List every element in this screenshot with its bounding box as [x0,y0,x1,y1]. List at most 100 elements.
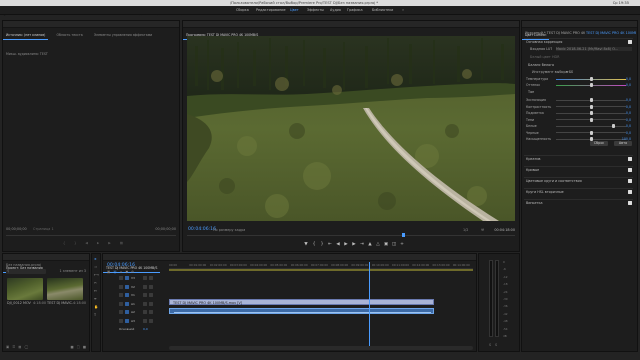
solo-right-button[interactable]: S [495,343,497,347]
track-target-icon[interactable] [125,276,129,280]
basic-correction-section[interactable]: Основная коррекция [524,38,633,45]
track-target-icon[interactable] [125,310,129,314]
source-mark-in-icon[interactable]: { [63,241,65,246]
vignette-checkbox[interactable] [628,201,632,205]
track-target-icon[interactable] [125,301,129,306]
trash-icon[interactable]: ■ [83,345,86,350]
track-target-icon[interactable] [125,318,129,323]
basic-correction-checkbox[interactable] [628,40,632,44]
video-clip-v1[interactable]: TEST DJ MAVIC PRO 4K 100MB/S.mov [V] [169,299,434,305]
clip-thumbnail-2[interactable] [47,278,83,300]
tab-source[interactable]: Источник: (нет клипов) [3,32,49,40]
tone-slider-value[interactable]: 0,0 [626,123,631,129]
program-timecode[interactable]: 00:04:06:16 [188,227,216,232]
program-playhead[interactable] [402,233,405,237]
pen-tool-icon[interactable]: ✒ [94,297,97,301]
source-scrubber[interactable] [6,235,176,236]
project-search-input[interactable]: ⚲ [6,269,46,274]
list-view-icon[interactable]: ☰ [12,345,15,350]
track-lock-icon[interactable] [119,301,123,306]
track-lock-icon[interactable] [119,276,123,280]
track-mute-icon[interactable] [143,310,147,314]
lock-icon[interactable]: ▣ [6,345,9,350]
workspace-tab-graphics[interactable]: Графика [347,8,363,13]
track-name[interactable]: A2 [131,309,135,315]
workspace-tab-assembly[interactable]: Сборка [236,8,249,13]
track-solo-icon[interactable] [149,310,153,314]
tone-slider-value[interactable]: 0,0 [626,117,631,123]
lift-icon[interactable]: ▲ [367,242,373,248]
track-name[interactable]: A3 [131,318,135,324]
compare-view-icon[interactable]: ◫ [391,242,397,248]
workspace-tab-editing[interactable]: Редактирование [256,8,286,13]
track-eye-icon[interactable] [143,276,147,280]
solo-left-button[interactable]: S [489,343,491,347]
ripple-edit-tool-icon[interactable]: ⟷ [94,273,99,277]
track-mute-icon[interactable] [143,318,147,323]
export-frame-icon[interactable]: ▣ [383,242,389,248]
curves-section[interactable]: Кривые [524,166,633,173]
slip-tool-icon[interactable]: ↔ [94,289,97,293]
marker-icon[interactable]: ▼ [303,242,309,248]
temperature-knob[interactable] [590,77,593,81]
track-lock-icon[interactable] [119,318,123,323]
lumetri-source-label[interactable]: Исходный * TEST DJ MAVIC PRO 4K 100MB/S [525,31,585,35]
track-name[interactable]: A1 [131,301,135,307]
creative-section[interactable]: Креатив [524,155,633,162]
step-back-icon[interactable]: ◀ [335,242,341,248]
tone-slider-knob[interactable] [590,130,593,135]
clip-name-1[interactable]: DJI_0012 MOV [7,301,33,305]
track-eye-icon[interactable] [143,284,147,289]
master-volume-value[interactable]: 0,0 [143,326,148,332]
tone-slider-value[interactable]: 0,0 [626,97,631,103]
play-icon[interactable]: ▶ [343,242,349,248]
workspace-tab-color[interactable]: Цвет [290,8,299,13]
track-sync-icon[interactable] [149,276,153,280]
program-fit-select[interactable]: По размеру кадра [213,228,245,232]
track-solo-icon[interactable] [149,301,153,306]
lut-select[interactable]: Mavic 2018-06-21 (Mr/Mavi 8x8) O... [556,47,632,51]
tone-slider-value[interactable]: 0,0 [626,104,631,110]
clip-name-2[interactable]: TEST DJ MAVIC... [47,301,73,305]
vignette-section[interactable]: Виньетка [524,199,633,206]
track-name[interactable]: V1 [131,292,135,298]
track-lock-icon[interactable] [119,310,123,314]
work-area-bar[interactable] [169,269,473,271]
auto-button[interactable]: Авто [614,141,632,146]
color-wheels-checkbox[interactable] [628,179,632,183]
tab-effect-controls[interactable]: Элементы управления эффектами [91,32,155,39]
timeline-zoom-scrollbar[interactable] [169,346,473,350]
timeline-timecode[interactable]: 00:04:06:16 [107,263,135,268]
extract-icon[interactable]: △ [375,242,381,248]
zoom-slider-icon[interactable]: ◯ [24,345,28,350]
tone-slider-value[interactable]: 0,0 [626,110,631,116]
source-step-forward-icon[interactable]: ▶ [108,241,111,246]
program-quality-select[interactable]: 1/2 [463,228,468,232]
wrench-icon[interactable]: ⚒ [481,228,484,232]
hsl-secondary-section[interactable]: Круги HSL вторичные [524,188,633,195]
source-step-back-icon[interactable]: ◀ [85,241,88,246]
razor-tool-icon[interactable]: ✂ [94,281,97,285]
reset-button[interactable]: Сброс [590,141,608,146]
track-lock-icon[interactable] [119,293,123,297]
tone-slider-knob[interactable] [590,117,593,122]
tab-text[interactable]: Область текста [53,32,85,39]
track-lock-icon[interactable] [119,284,123,289]
tone-slider-knob[interactable] [590,104,593,109]
workspace-tab-libraries[interactable]: Библиотеки [372,8,393,13]
program-video-frame[interactable] [187,36,515,221]
audio-clip-a1[interactable] [169,308,434,314]
selection-tool-icon[interactable]: ➤ [94,257,97,261]
tone-slider-knob[interactable] [590,111,593,115]
source-play-icon[interactable]: ▶ [97,241,100,246]
creative-checkbox[interactable] [628,157,632,161]
timeline-playhead[interactable] [369,262,371,350]
source-insert-icon[interactable]: ▦ [120,241,123,246]
track-name[interactable]: V3 [131,275,135,281]
track-eye-icon[interactable] [143,293,147,297]
go-to-in-icon[interactable]: ⇤ [327,242,333,248]
step-forward-icon[interactable]: ▶ [351,242,357,248]
tab-audio-clip-mixer[interactable]: Микш. аудиоклипа: TEST [3,51,51,58]
track-sync-icon[interactable] [149,293,153,297]
track-target-icon[interactable] [125,293,129,297]
